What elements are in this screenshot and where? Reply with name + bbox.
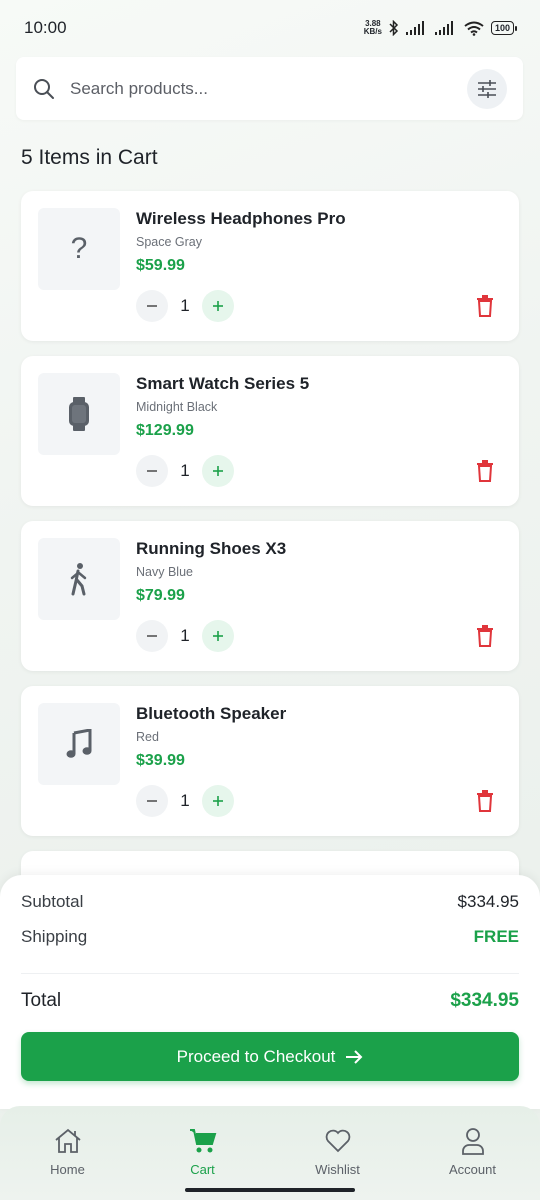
cart-item: Running Shoes X3 Navy Blue $79.99 1 [21,521,519,671]
remove-item-button[interactable] [475,790,495,812]
trash-icon [477,625,493,647]
product-price: $59.99 [136,257,185,274]
increase-quantity-button[interactable] [202,290,234,322]
cart-item: ? Wireless Headphones Pro Space Gray $59… [21,191,519,341]
product-variant: Midnight Black [136,400,218,414]
checkout-label: Proceed to Checkout [176,1046,336,1066]
product-thumbnail[interactable] [38,538,120,620]
remove-item-button[interactable] [475,295,495,317]
arrow-right-icon [346,1049,363,1064]
product-variant: Space Gray [136,235,203,249]
product-variant: Navy Blue [136,565,193,579]
quantity-value: 1 [180,791,190,810]
minus-icon [147,635,157,637]
bluetooth-icon [389,20,399,36]
wifi-icon [464,21,484,36]
bottom-nav: Home Cart Wishlist Account [0,1106,540,1200]
subtotal-row: Subtotal $334.95 [21,892,519,912]
status-bar: 10:00 3.88 KB/s 100 [0,0,540,56]
nav-label-home: Home [50,1162,85,1177]
trash-icon [477,790,493,812]
cart-icon [188,1126,218,1156]
sliders-icon [478,79,496,98]
shipping-row: Shipping FREE [21,927,519,947]
network-speed: 3.88 KB/s [364,20,382,36]
order-summary: Subtotal $334.95 Shipping FREE Total $33… [0,875,540,1109]
decrease-quantity-button[interactable] [136,455,168,487]
plus-icon [213,466,223,476]
search-bar [16,57,523,120]
summary-divider [21,973,519,974]
product-thumbnail[interactable] [38,373,120,455]
filter-button[interactable] [467,68,507,109]
home-indicator[interactable] [185,1188,355,1192]
product-thumbnail[interactable] [38,703,120,785]
music-note-icon [66,729,92,758]
minus-icon [147,470,157,472]
increase-quantity-button[interactable] [202,785,234,817]
minus-icon [147,800,157,802]
cart-item: Bluetooth Speaker Red $39.99 1 [21,686,519,836]
shipping-value: FREE [473,927,519,946]
product-name[interactable]: Bluetooth Speaker [136,704,286,724]
plus-icon [213,631,223,641]
status-time: 10:00 [24,18,67,37]
product-price: $79.99 [136,587,185,604]
subtotal-label: Subtotal [21,892,84,911]
total-label: Total [21,990,62,1011]
quantity-stepper: 1 [136,785,234,817]
trash-icon [477,295,493,317]
product-price: $129.99 [136,422,194,439]
product-variant: Red [136,730,159,744]
account-icon [458,1126,488,1156]
quantity-value: 1 [180,626,190,645]
quantity-value: 1 [180,461,190,480]
search-icon [32,77,56,101]
product-name[interactable]: Smart Watch Series 5 [136,374,309,394]
quantity-stepper: 1 [136,290,234,322]
heart-icon [323,1126,353,1156]
product-name[interactable]: Wireless Headphones Pro [136,209,346,229]
plus-icon [213,796,223,806]
nav-label-wishlist: Wishlist [315,1162,360,1177]
nav-label-account: Account [449,1162,496,1177]
cart-heading: 5 Items in Cart [21,146,158,169]
product-thumbnail[interactable]: ? [38,208,120,290]
decrease-quantity-button[interactable] [136,620,168,652]
search-input[interactable] [70,78,467,99]
decrease-quantity-button[interactable] [136,290,168,322]
minus-icon [147,305,157,307]
network-speed-unit: KB/s [363,27,382,36]
decrease-quantity-button[interactable] [136,785,168,817]
total-row: Total $334.95 [21,990,519,1012]
subtotal-value: $334.95 [457,892,519,911]
nav-label-cart: Cart [190,1162,215,1177]
increase-quantity-button[interactable] [202,455,234,487]
status-icons: 3.88 KB/s 100 [364,20,518,36]
remove-item-button[interactable] [475,460,495,482]
trash-icon [477,460,493,482]
signal-icon-2 [434,21,453,35]
question-mark-icon: ? [70,232,88,265]
product-name[interactable]: Running Shoes X3 [136,539,286,559]
walking-person-icon [70,563,87,596]
increase-quantity-button[interactable] [202,620,234,652]
watch-icon [69,397,89,431]
signal-icon [405,21,424,35]
total-value: $334.95 [450,990,519,1011]
plus-icon [213,301,223,311]
remove-item-button[interactable] [475,625,495,647]
product-price: $39.99 [136,752,185,769]
home-icon [53,1126,83,1156]
battery-indicator: 100 [490,21,518,35]
checkout-button[interactable]: Proceed to Checkout [21,1032,519,1081]
cart-item: Smart Watch Series 5 Midnight Black $129… [21,356,519,506]
nav-item-account[interactable]: Account [413,1126,533,1200]
nav-item-home[interactable]: Home [8,1126,128,1200]
shipping-label: Shipping [21,927,88,946]
quantity-stepper: 1 [136,455,234,487]
quantity-value: 1 [180,296,190,315]
quantity-stepper: 1 [136,620,234,652]
